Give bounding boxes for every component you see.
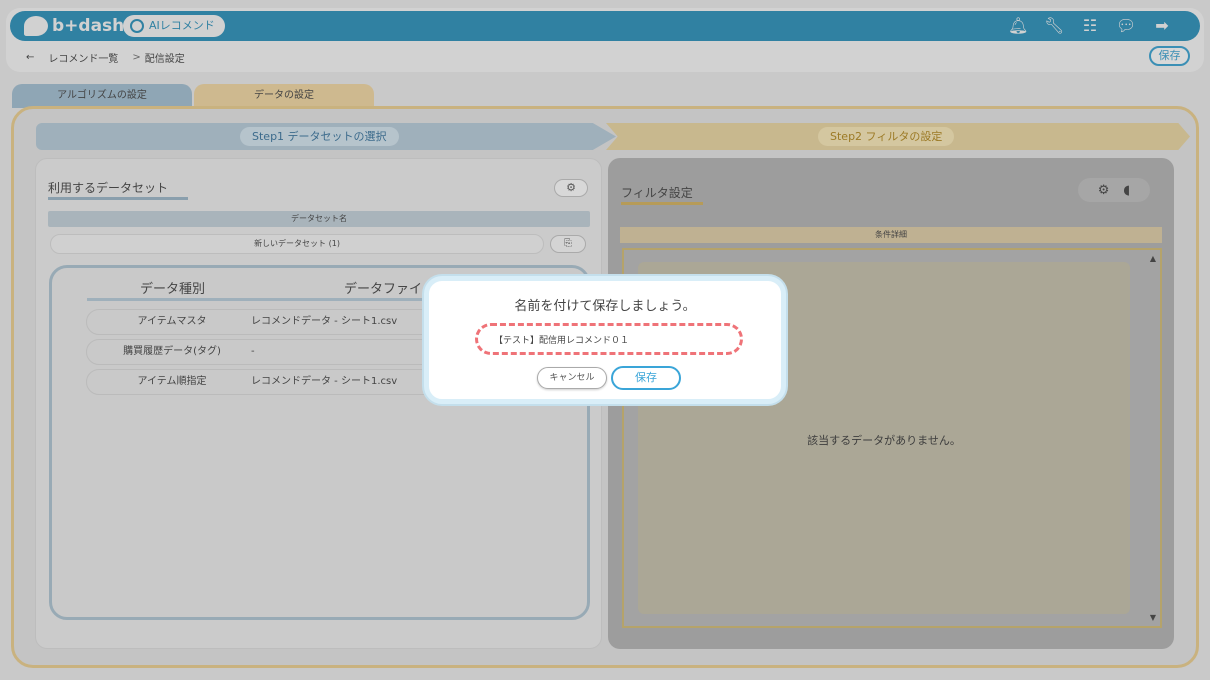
- cancel-button[interactable]: キャンセル: [537, 367, 607, 389]
- logo[interactable]: b+dash: [24, 16, 124, 36]
- breadcrumb: ← レコメンド一覧 > 配信設定: [26, 50, 185, 65]
- tab-algorithm-settings[interactable]: アルゴリズムの設定: [12, 84, 192, 108]
- breadcrumb-current: 配信設定: [144, 54, 185, 65]
- logout-icon[interactable]: ➡: [1152, 15, 1172, 37]
- logo-icon: [24, 16, 48, 36]
- chat-icon[interactable]: 💬︎: [1116, 15, 1136, 37]
- empty-message: 該当するデータがありません。: [807, 434, 961, 447]
- gear-icon: ⚙: [566, 181, 576, 194]
- ai-icon: [130, 19, 144, 33]
- row-type: アイテムマスタ: [137, 316, 207, 327]
- filter-panel-title: フィルタ設定: [621, 184, 703, 205]
- table-row: アイテム順指定 レコメンドデータ - シート1.csv: [86, 369, 446, 395]
- ai-recommend-badge[interactable]: AIレコメンド: [123, 15, 225, 37]
- breadcrumb-separator: >: [132, 52, 141, 63]
- bell-icon[interactable]: 🔔︎: [1008, 15, 1028, 37]
- gear-icon[interactable]: ⚙: [1098, 183, 1110, 198]
- dataset-name-header: データセット名: [48, 211, 590, 227]
- dataset-name-row[interactable]: 新しいデータセット (1): [50, 234, 544, 254]
- dataset-panel-title: 利用するデータセット: [48, 179, 188, 200]
- save-name-dialog: 名前を付けて保存しましょう。 キャンセル 保存: [424, 276, 786, 404]
- filter-actions: ⚙ ◖: [1078, 178, 1150, 202]
- condition-detail-header: 条件詳細: [620, 227, 1162, 243]
- step2-bar[interactable]: Step2 フィルタの設定: [606, 123, 1190, 150]
- header-save-button[interactable]: 保存: [1149, 46, 1190, 66]
- copy-icon: ⎘: [564, 238, 572, 249]
- logo-text: b+dash: [52, 16, 125, 36]
- row-file: レコメンドデータ - シート1.csv: [251, 316, 398, 327]
- row-file: -: [251, 346, 255, 357]
- dialog-title: 名前を付けて保存しましょう。: [514, 299, 696, 314]
- row-type: 購買履歴データ(タグ): [123, 346, 221, 357]
- header-underline: [87, 298, 427, 301]
- beginner-mark-icon[interactable]: ◖: [1123, 183, 1130, 198]
- recommend-name-input[interactable]: [475, 323, 743, 355]
- column-data-type: データ種別: [140, 282, 206, 297]
- back-arrow-icon[interactable]: ←: [26, 52, 34, 63]
- table-row: 購買履歴データ(タグ) -: [86, 339, 446, 365]
- wrench-icon[interactable]: 🔧︎: [1044, 15, 1064, 37]
- row-file: レコメンドデータ - シート1.csv: [251, 376, 398, 387]
- grid-icon[interactable]: ☷: [1080, 15, 1100, 37]
- dataset-settings-button[interactable]: ⚙: [554, 179, 588, 197]
- step1-label: Step1 データセットの選択: [240, 127, 399, 146]
- save-button[interactable]: 保存: [611, 366, 681, 390]
- breadcrumb-parent[interactable]: レコメンド一覧: [48, 50, 118, 65]
- top-navbar: b+dash AIレコメンド 🔔︎ 🔧︎ ☷ 💬︎ ➡: [10, 11, 1200, 41]
- topbar-icons: 🔔︎ 🔧︎ ☷ 💬︎ ➡: [1008, 15, 1172, 37]
- tab-data-settings[interactable]: データの設定: [194, 84, 374, 108]
- dataset-copy-button[interactable]: ⎘: [550, 235, 586, 253]
- scroll-up-icon[interactable]: ▲: [1150, 254, 1156, 263]
- row-type: アイテム順指定: [137, 376, 207, 387]
- step2-label: Step2 フィルタの設定: [818, 127, 955, 146]
- scroll-down-icon[interactable]: ▼: [1150, 613, 1156, 622]
- column-data-file: データファイル: [344, 282, 436, 297]
- ai-recommend-label: AIレコメンド: [149, 19, 215, 32]
- step1-bar[interactable]: Step1 データセットの選択: [36, 123, 616, 150]
- table-row: アイテムマスタ レコメンドデータ - シート1.csv: [86, 309, 446, 335]
